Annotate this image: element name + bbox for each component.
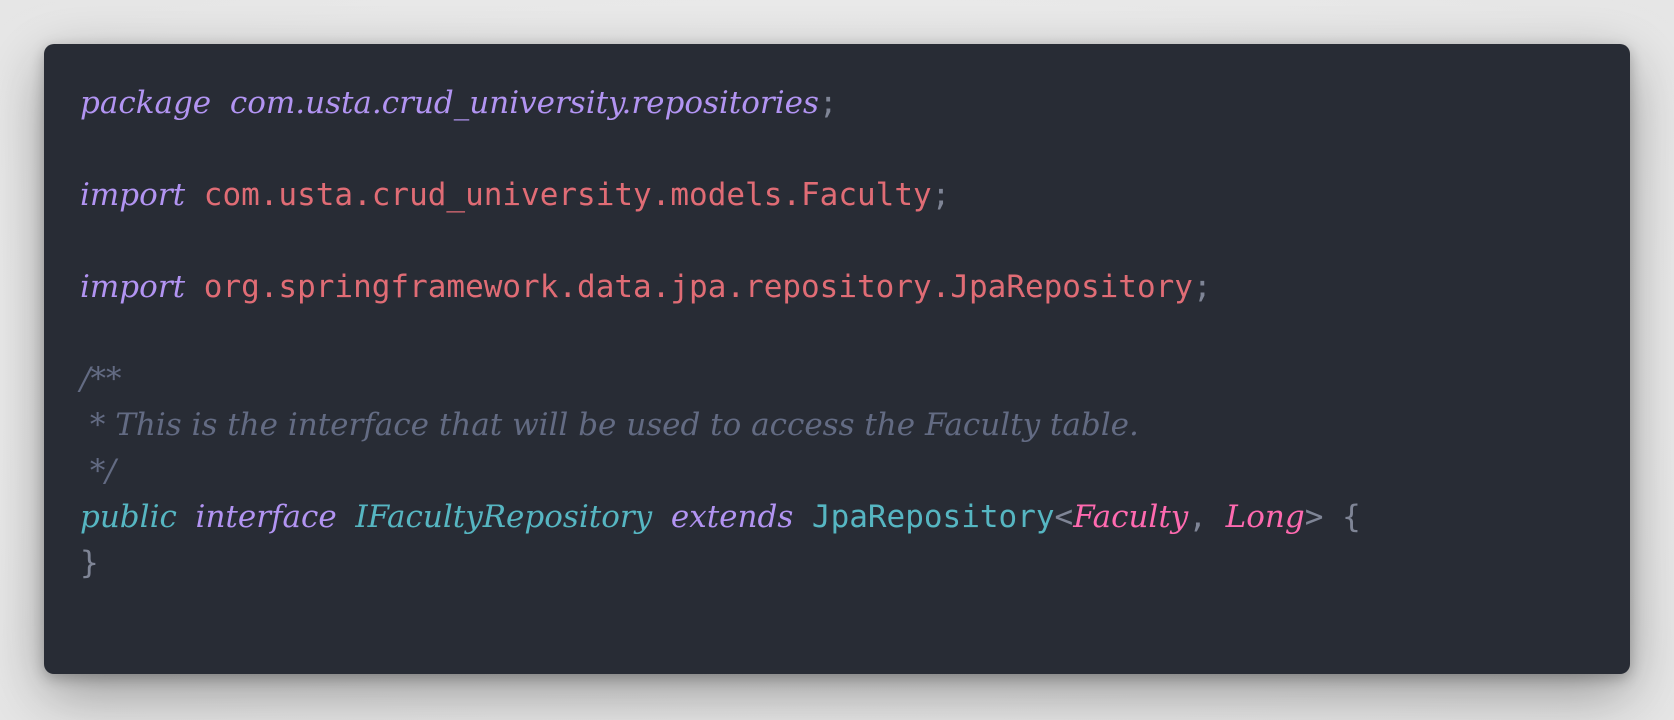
generic-type-faculty: Faculty [1073,499,1189,535]
generic-type-long: Long [1225,499,1305,535]
brace-close: } [80,545,99,581]
semicolon: ; [818,85,838,121]
comment-body: * This is the interface that will be use… [80,407,1139,443]
extends-keyword: extends [670,499,794,535]
interface-keyword: interface [195,499,337,535]
generic-comma: , [1188,499,1226,535]
comment-open: /** [80,361,122,397]
semicolon: ; [931,177,951,213]
code-window: package com.usta.crud_university.reposit… [44,44,1630,674]
semicolon: ; [1192,269,1212,305]
generic-close: > [1304,499,1324,535]
code-line-comment-open: /** [80,356,1361,402]
package-name: com.usta.crud_university.repositories [229,85,819,121]
code-line-comment-close: */ [80,448,1361,494]
import-path: org.springframework.data.jpa.repository.… [203,269,1193,305]
generic-open: < [1054,499,1074,535]
code-line-comment-body: * This is the interface that will be use… [80,402,1361,448]
interface-name: IFacultyRepository [355,499,653,535]
comment-close: */ [80,453,116,489]
super-type: JpaRepository [811,499,1055,535]
import-keyword: import [80,177,186,213]
public-modifier: public [80,499,177,535]
code-line-import-jpa: import org.springframework.data.jpa.repo… [80,264,1361,310]
brace-open: { [1342,499,1361,535]
code-line-import-faculty: import com.usta.crud_university.models.F… [80,172,1361,218]
code-block: package com.usta.crud_university.reposit… [80,80,1361,586]
code-line-package: package com.usta.crud_university.reposit… [80,80,1361,126]
import-path: com.usta.crud_university.models.Faculty [203,177,932,213]
package-keyword: package [80,85,212,121]
code-line-declaration: public interface IFacultyRepository exte… [80,494,1361,540]
import-keyword: import [80,269,186,305]
code-line-closing-brace: } [80,540,1361,586]
